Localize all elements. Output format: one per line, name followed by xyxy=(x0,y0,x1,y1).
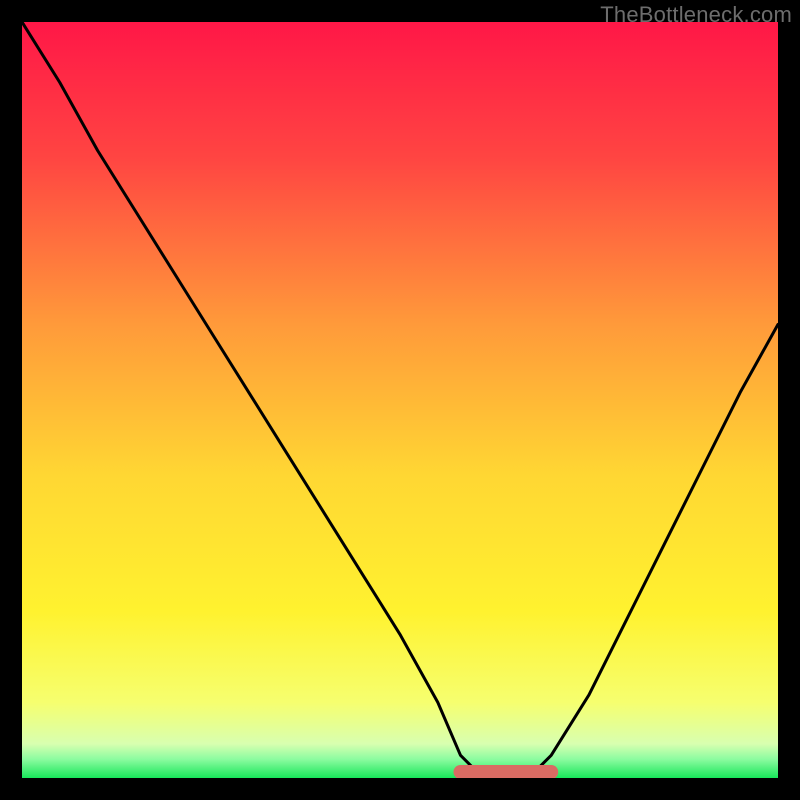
plot-area xyxy=(22,22,778,778)
curve-layer xyxy=(22,22,778,778)
chart-frame: TheBottleneck.com xyxy=(0,0,800,800)
attribution-text: TheBottleneck.com xyxy=(600,2,792,28)
bottleneck-curve xyxy=(22,22,778,778)
